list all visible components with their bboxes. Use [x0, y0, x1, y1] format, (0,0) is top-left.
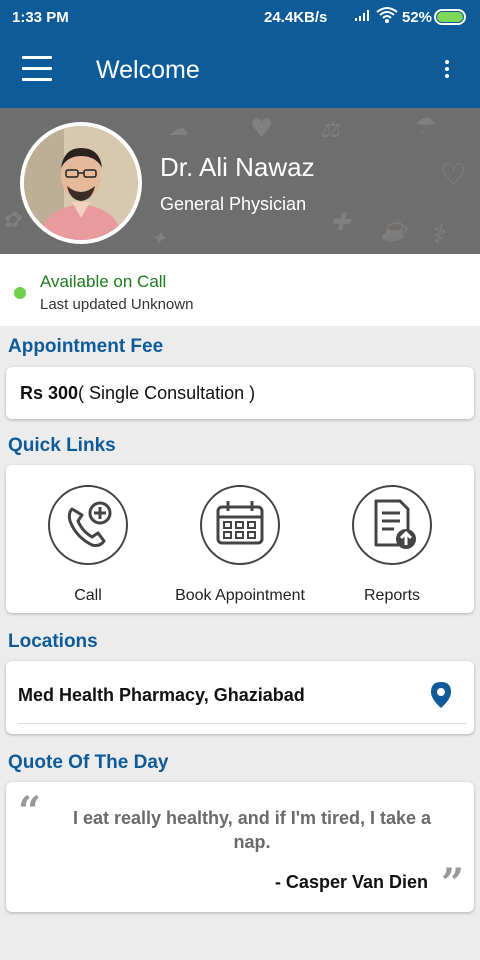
- quick-link-label: Call: [74, 587, 102, 604]
- battery-icon: [434, 9, 466, 25]
- open-quote-icon: “: [18, 788, 42, 835]
- divider: [18, 723, 466, 724]
- background-doodle: ✚: [330, 208, 351, 236]
- appointment-fee-card: Rs 300( Single Consultation ): [6, 367, 474, 419]
- fee-text: Rs 300( Single Consultation ): [20, 383, 255, 404]
- locations-heading: Locations: [8, 631, 98, 652]
- availability-panel: Available on Call Last updated Unknown: [0, 254, 480, 326]
- app-bar: Welcome: [0, 34, 480, 108]
- doctor-specialty: General Physician: [160, 194, 307, 214]
- quick-link-label: Reports: [363, 587, 421, 604]
- last-updated-text: Last updated Unknown: [40, 296, 194, 313]
- battery-percent: 52%: [402, 9, 433, 26]
- more-vertical-icon[interactable]: [440, 60, 454, 82]
- background-doodle: ⚕: [430, 220, 445, 250]
- background-doodle: ☂: [412, 112, 434, 140]
- availability-dot-icon: [14, 287, 26, 299]
- location-name: Med Health Pharmacy, Ghaziabad: [18, 685, 305, 705]
- page-title: Welcome: [96, 56, 200, 84]
- background-doodle: ✿: [2, 208, 21, 233]
- fee-amount: Rs 300: [20, 383, 79, 403]
- quick-link-call[interactable]: Call: [18, 485, 158, 605]
- network-speed: 24.4KB/s: [264, 9, 328, 26]
- doctor-header: ☁ ♥ ⚖ ☂ ♡ ✚ ☕ ⚕ ✦ ✿ Dr. Ali Nawaz Genera…: [0, 108, 480, 254]
- background-doodle: ♡: [440, 158, 467, 193]
- quick-links-heading: Quick Links: [8, 435, 116, 456]
- quote-author: - Casper Van Dien: [274, 872, 428, 892]
- signal-icon: [354, 8, 374, 25]
- background-doodle: ⚖: [320, 118, 340, 143]
- location-card[interactable]: Med Health Pharmacy, Ghaziabad: [6, 661, 474, 734]
- quote-card: “ I eat really healthy, and if I'm tired…: [6, 782, 474, 912]
- background-doodle: ♥: [250, 114, 274, 144]
- quick-links-card: Call Book Appointment Reports: [6, 465, 474, 613]
- quick-link-book-appointment[interactable]: Book Appointment: [170, 485, 310, 605]
- quick-link-label: Book Appointment: [175, 587, 305, 604]
- quick-link-reports[interactable]: Reports: [322, 485, 462, 605]
- background-doodle: ☁: [168, 116, 188, 140]
- doctor-avatar[interactable]: [20, 122, 142, 244]
- fee-type: ( Single Consultation ): [78, 383, 256, 403]
- phone-plus-icon: [48, 485, 128, 565]
- appointment-fee-heading: Appointment Fee: [8, 336, 164, 357]
- wifi-icon: [376, 6, 398, 29]
- background-doodle: ✦: [150, 226, 167, 250]
- quote-text: I eat really healthy, and if I'm tired, …: [72, 808, 432, 852]
- availability-status: Available on Call: [40, 272, 167, 291]
- close-quote-icon: ”: [440, 860, 464, 907]
- background-doodle: ☕: [380, 218, 408, 243]
- calendar-icon: [200, 485, 280, 565]
- report-upload-icon: [352, 485, 432, 565]
- map-pin-icon[interactable]: [430, 681, 452, 714]
- doctor-name: Dr. Ali Nawaz: [160, 152, 315, 182]
- status-time: 1:33 PM: [12, 9, 69, 26]
- quote-heading: Quote Of The Day: [8, 752, 169, 773]
- status-bar: 1:33 PM 24.4KB/s 52%: [0, 0, 480, 34]
- hamburger-menu-icon[interactable]: [22, 56, 52, 82]
